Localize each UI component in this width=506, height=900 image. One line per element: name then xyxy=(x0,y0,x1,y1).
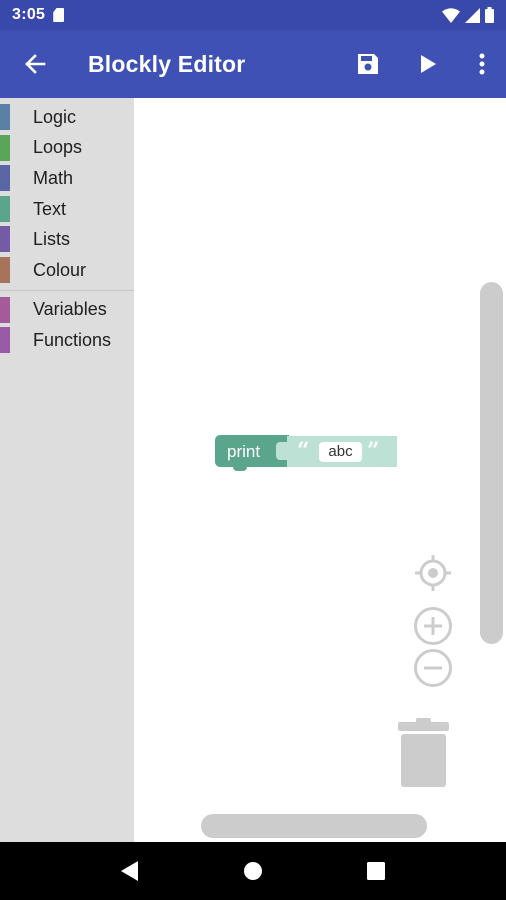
category-color-swatch xyxy=(0,134,10,161)
category-label: Loops xyxy=(33,137,83,158)
toolbox: Logic Loops Math Text Lists Colour Varia… xyxy=(0,98,134,842)
category-color-swatch xyxy=(0,104,10,130)
system-nav-bar xyxy=(0,842,506,900)
nav-home-button[interactable] xyxy=(228,846,278,896)
workspace-canvas[interactable] xyxy=(134,98,506,842)
save-icon xyxy=(358,54,378,74)
category-loops[interactable]: Loops xyxy=(0,133,134,164)
category-color-swatch xyxy=(0,226,10,253)
print-block-label: print xyxy=(227,442,261,461)
home-circle-icon xyxy=(243,862,262,880)
category-label: Logic xyxy=(33,106,77,127)
category-functions[interactable]: Functions xyxy=(0,325,134,356)
trash-can[interactable] xyxy=(397,718,450,790)
status-icons xyxy=(442,7,494,23)
category-label: Math xyxy=(33,167,74,188)
nav-recents-button[interactable] xyxy=(351,846,401,896)
run-button[interactable] xyxy=(398,30,458,98)
signal-icon xyxy=(465,7,480,23)
zoom-out-button[interactable] xyxy=(413,648,453,688)
sd-card-icon xyxy=(53,8,65,22)
category-text[interactable]: Text xyxy=(0,194,134,225)
category-label: Variables xyxy=(33,299,107,320)
category-variables[interactable]: Variables xyxy=(0,295,134,326)
horizontal-scrollbar[interactable] xyxy=(201,814,427,838)
overflow-menu-button[interactable] xyxy=(458,30,506,98)
nav-back-button[interactable] xyxy=(105,846,155,896)
category-logic[interactable]: Logic xyxy=(0,102,134,133)
vertical-scrollbar[interactable] xyxy=(480,282,503,644)
category-label: Lists xyxy=(33,229,71,250)
back-triangle-icon xyxy=(120,861,138,881)
close-quote-icon: ” xyxy=(367,438,380,464)
text-block[interactable]: “ abc ” xyxy=(287,436,397,467)
more-vert-icon xyxy=(479,53,485,75)
app-actions xyxy=(338,30,506,98)
arrow-back-icon xyxy=(25,54,46,74)
recents-square-icon xyxy=(367,862,386,880)
app-bar: Blockly Editor xyxy=(0,30,506,98)
zoom-in-button[interactable] xyxy=(413,606,453,646)
category-color-swatch xyxy=(0,327,10,354)
trash-icon xyxy=(398,718,449,787)
category-label: Colour xyxy=(33,259,87,280)
text-field-input[interactable]: abc xyxy=(319,442,362,462)
status-bar: 3:05 xyxy=(0,0,506,30)
category-colour[interactable]: Colour xyxy=(0,255,134,286)
block-next-connector xyxy=(233,465,247,471)
category-color-swatch xyxy=(0,296,10,323)
recenter-icon xyxy=(415,555,451,591)
play-icon xyxy=(421,55,436,73)
category-lists[interactable]: Lists xyxy=(0,224,134,255)
category-math[interactable]: Math xyxy=(0,163,134,194)
app-title: Blockly Editor xyxy=(88,50,246,77)
category-color-swatch xyxy=(0,165,10,192)
zoom-out-icon xyxy=(414,649,452,687)
battery-icon xyxy=(485,7,494,23)
toolbox-separator xyxy=(0,289,134,291)
back-button[interactable] xyxy=(0,30,70,98)
category-label: Functions xyxy=(33,329,112,350)
save-button[interactable] xyxy=(338,30,398,98)
status-time: 3:05 xyxy=(12,6,46,23)
category-label: Text xyxy=(33,198,67,219)
recenter-button[interactable] xyxy=(413,553,453,593)
open-quote-icon: “ xyxy=(297,438,310,464)
category-color-swatch xyxy=(0,195,10,222)
category-color-swatch xyxy=(0,256,10,283)
wifi-icon xyxy=(442,7,460,23)
zoom-in-icon xyxy=(414,607,452,645)
